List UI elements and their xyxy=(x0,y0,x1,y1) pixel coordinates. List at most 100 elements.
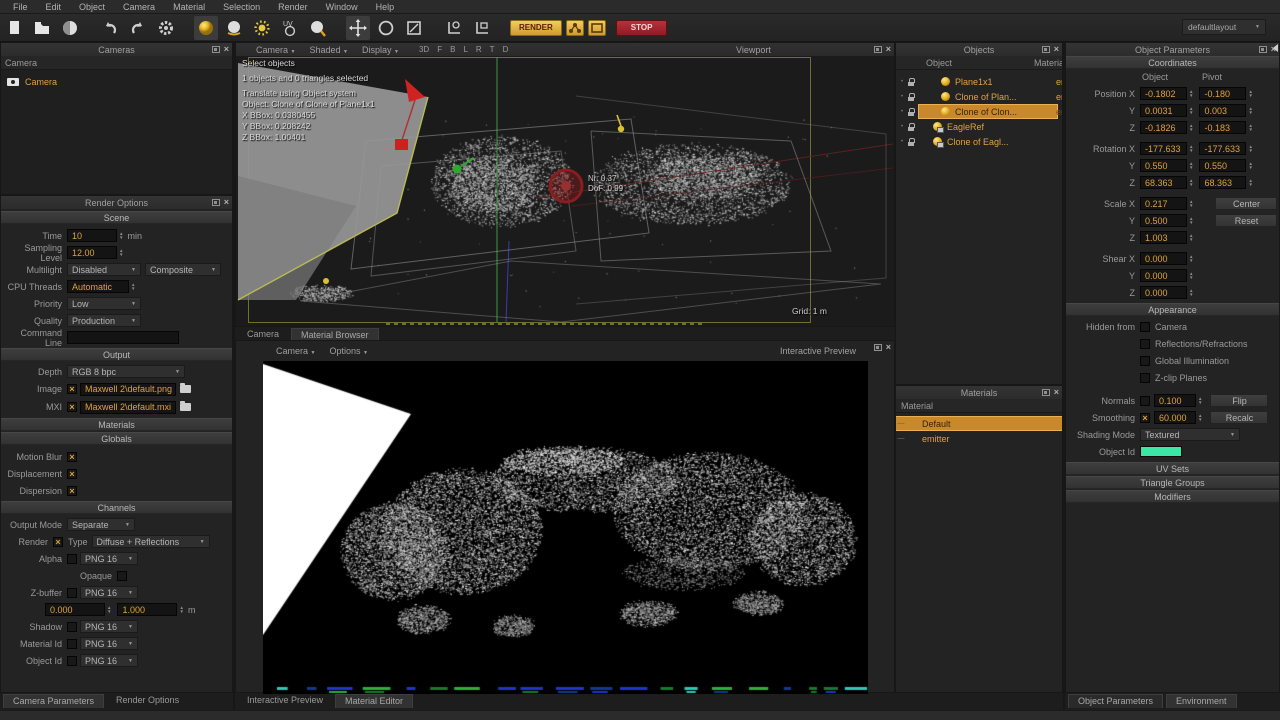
stepper[interactable]: ▲ ▼ xyxy=(1189,199,1193,208)
axis-plane-icon[interactable] xyxy=(470,16,494,40)
recalc-button[interactable]: Recalc xyxy=(1210,411,1269,424)
lock-icon[interactable] xyxy=(908,122,915,131)
menu-selection[interactable]: Selection xyxy=(214,2,269,12)
depth-dropdown[interactable]: RGB 8 bpc ▼ xyxy=(67,365,185,378)
image-path-field[interactable]: Maxwell 2\default.png xyxy=(80,382,176,396)
material-sphere-icon[interactable] xyxy=(222,16,246,40)
object-material-cell[interactable]: emitter xyxy=(1056,107,1062,117)
view-button-top[interactable]: T xyxy=(490,45,495,54)
shear-y-field[interactable]: 0.000 xyxy=(1140,269,1187,282)
stepper[interactable]: ▲ ▼ xyxy=(131,282,135,291)
float-panel-icon[interactable] xyxy=(211,46,220,53)
object-row-clone-of-plane[interactable]: • Clone of Plan... emitter xyxy=(896,89,1062,104)
float-panel-icon[interactable] xyxy=(211,199,220,206)
rotation-z-pivot-field[interactable]: 68.363 xyxy=(1199,176,1247,189)
position-z-object-field[interactable]: -0.1826 xyxy=(1140,121,1187,134)
stepper[interactable]: ▲ ▼ xyxy=(1248,178,1252,187)
visibility-dot-icon[interactable]: • xyxy=(896,94,908,100)
shadow-checkbox[interactable]: × xyxy=(67,621,77,632)
output-section-header[interactable]: Output xyxy=(1,348,232,361)
position-y-object-field[interactable]: 0.0031 xyxy=(1140,104,1187,117)
open-scene-icon[interactable] xyxy=(30,16,54,40)
scale-z-field[interactable]: 1.003 xyxy=(1140,231,1187,244)
stepper[interactable]: ▲ ▼ xyxy=(1248,106,1252,115)
position-z-pivot-field[interactable]: -0.183 xyxy=(1199,121,1247,134)
region-render-icon[interactable] xyxy=(587,19,606,36)
new-scene-icon[interactable] xyxy=(2,16,26,40)
zbuffer-far-field[interactable]: 1.000 xyxy=(117,603,178,616)
visibility-dot-icon[interactable]: • xyxy=(896,139,908,145)
lock-icon[interactable] xyxy=(908,137,915,146)
mxi-checkbox[interactable]: × xyxy=(67,402,77,412)
stepper[interactable]: ▲ ▼ xyxy=(107,605,111,614)
normals-checkbox[interactable]: × xyxy=(1140,395,1150,406)
object-material-cell[interactable]: emitter xyxy=(1056,92,1062,102)
network-render-icon[interactable] xyxy=(565,19,584,36)
stepper[interactable]: ▲ ▼ xyxy=(119,231,123,240)
menu-window[interactable]: Window xyxy=(317,2,367,12)
viewport-camera-dropdown[interactable]: Camera ▼ xyxy=(256,45,295,55)
preview-render-view[interactable] xyxy=(263,361,868,694)
redo-icon[interactable] xyxy=(126,16,150,40)
menu-edit[interactable]: Edit xyxy=(37,2,71,12)
sun-icon[interactable] xyxy=(250,16,274,40)
flip-button[interactable]: Flip xyxy=(1210,394,1269,407)
tab-environment[interactable]: Environment xyxy=(1166,694,1237,708)
object-id-format-dropdown[interactable]: PNG 16 ▼ xyxy=(80,654,138,667)
emitter-sphere-icon[interactable] xyxy=(194,15,218,40)
stepper[interactable]: ▲ ▼ xyxy=(1189,144,1193,153)
rotation-x-pivot-field[interactable]: -177.633 xyxy=(1199,142,1247,155)
triangle-groups-section-header[interactable]: Triangle Groups xyxy=(1066,476,1279,489)
close-icon[interactable]: × xyxy=(224,45,229,54)
uv-sets-section-header[interactable]: UV Sets xyxy=(1066,462,1279,475)
material-id-checkbox[interactable]: × xyxy=(67,638,77,649)
hidden-camera-checkbox[interactable]: × xyxy=(1140,321,1150,332)
smoothing-field[interactable]: 60.000 xyxy=(1154,411,1196,424)
stepper[interactable]: ▲ ▼ xyxy=(1248,144,1252,153)
scene-section-header[interactable]: Scene xyxy=(1,211,232,224)
menu-help[interactable]: Help xyxy=(367,2,404,12)
browse-folder-icon[interactable] xyxy=(180,401,191,411)
render-channel-checkbox[interactable]: × xyxy=(53,536,63,547)
command-line-field[interactable] xyxy=(67,331,179,344)
tab-camera-parameters[interactable]: Camera Parameters xyxy=(3,694,105,708)
stepper[interactable]: ▲ ▼ xyxy=(1189,216,1193,225)
zbuffer-checkbox[interactable]: × xyxy=(67,587,77,598)
lock-icon[interactable] xyxy=(908,92,915,101)
visibility-dot-icon[interactable]: • xyxy=(896,124,908,130)
priority-dropdown[interactable]: Low ▼ xyxy=(67,297,141,310)
scale-x-field[interactable]: 0.217 xyxy=(1140,197,1187,210)
object-id-checkbox[interactable]: × xyxy=(67,655,77,666)
material-id-format-dropdown[interactable]: PNG 16 ▼ xyxy=(80,637,138,650)
close-icon[interactable]: × xyxy=(224,198,229,207)
stepper[interactable]: ▲ ▼ xyxy=(1248,123,1252,132)
stepper[interactable]: ▲ ▼ xyxy=(1189,271,1193,280)
stepper[interactable]: ▲ ▼ xyxy=(119,248,123,257)
modifiers-section-header[interactable]: Modifiers xyxy=(1066,490,1279,503)
time-field[interactable]: 10 xyxy=(67,229,117,242)
multilight-dropdown[interactable]: Disabled ▼ xyxy=(67,263,141,276)
alpha-format-dropdown[interactable]: PNG 16 ▼ xyxy=(80,552,138,565)
preview-options-dropdown[interactable]: Options ▼ xyxy=(329,346,368,356)
panel-collapse-arrow[interactable] xyxy=(1273,44,1278,52)
menu-render[interactable]: Render xyxy=(269,2,317,12)
motion-blur-checkbox[interactable]: × xyxy=(67,451,77,462)
stepper[interactable]: ▲ ▼ xyxy=(1189,161,1193,170)
menu-object[interactable]: Object xyxy=(70,2,114,12)
materials-section-header[interactable]: Materials xyxy=(1,418,232,431)
normals-field[interactable]: 0.100 xyxy=(1154,394,1196,407)
position-x-pivot-field[interactable]: -0.180 xyxy=(1199,87,1247,100)
view-button-3d[interactable]: 3D xyxy=(419,45,429,54)
stepper[interactable]: ▲ ▼ xyxy=(1198,413,1202,422)
close-icon[interactable]: × xyxy=(1054,45,1059,54)
center-button[interactable]: Center xyxy=(1215,197,1278,210)
channels-section-header[interactable]: Channels xyxy=(1,501,232,514)
stepper[interactable]: ▲ ▼ xyxy=(1198,396,1202,405)
visibility-dot-icon[interactable]: • xyxy=(896,79,908,85)
type-dropdown[interactable]: Diffuse + Reflections ▼ xyxy=(91,535,210,548)
zbuffer-format-dropdown[interactable]: PNG 16 ▼ xyxy=(80,586,138,599)
stepper[interactable]: ▲ ▼ xyxy=(1189,178,1193,187)
rotation-x-object-field[interactable]: -177.633 xyxy=(1140,142,1187,155)
view-button-right[interactable]: R xyxy=(476,45,482,54)
stepper[interactable]: ▲ ▼ xyxy=(1189,106,1193,115)
